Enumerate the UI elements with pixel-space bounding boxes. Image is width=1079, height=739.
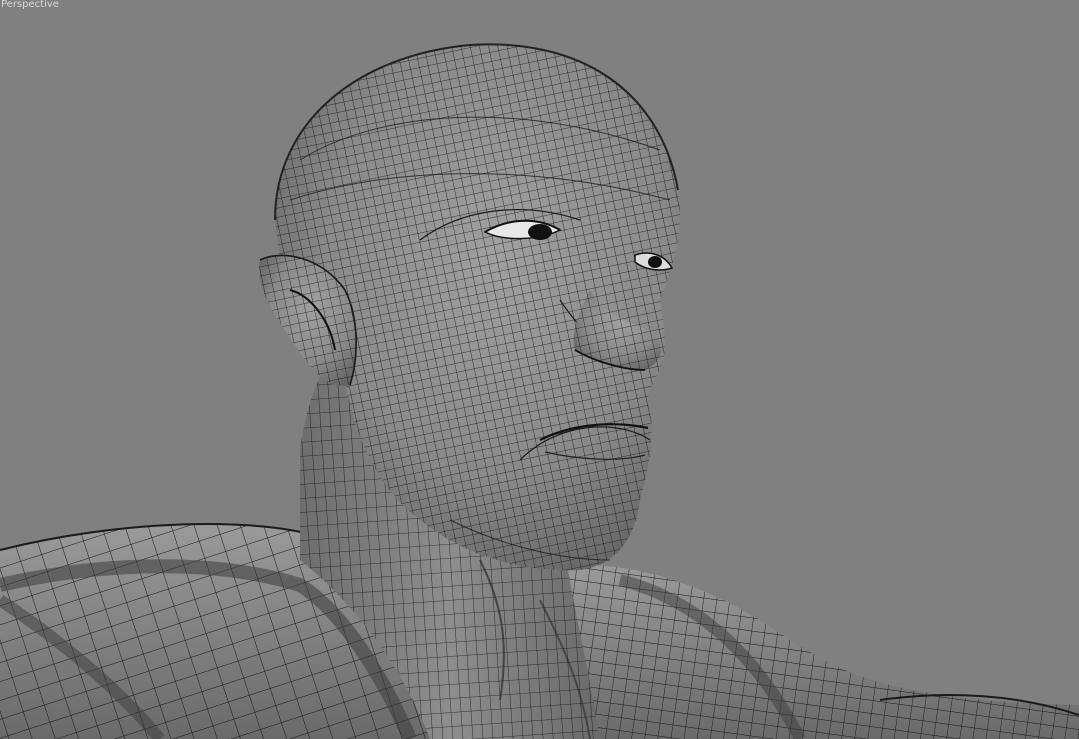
right-shoulder-mesh[interactable] xyxy=(560,564,1079,739)
3d-viewport-perspective[interactable]: Perspective xyxy=(0,0,1079,739)
viewport-camera-label[interactable]: Perspective xyxy=(1,0,59,11)
wireframe-scene[interactable] xyxy=(0,0,1079,739)
